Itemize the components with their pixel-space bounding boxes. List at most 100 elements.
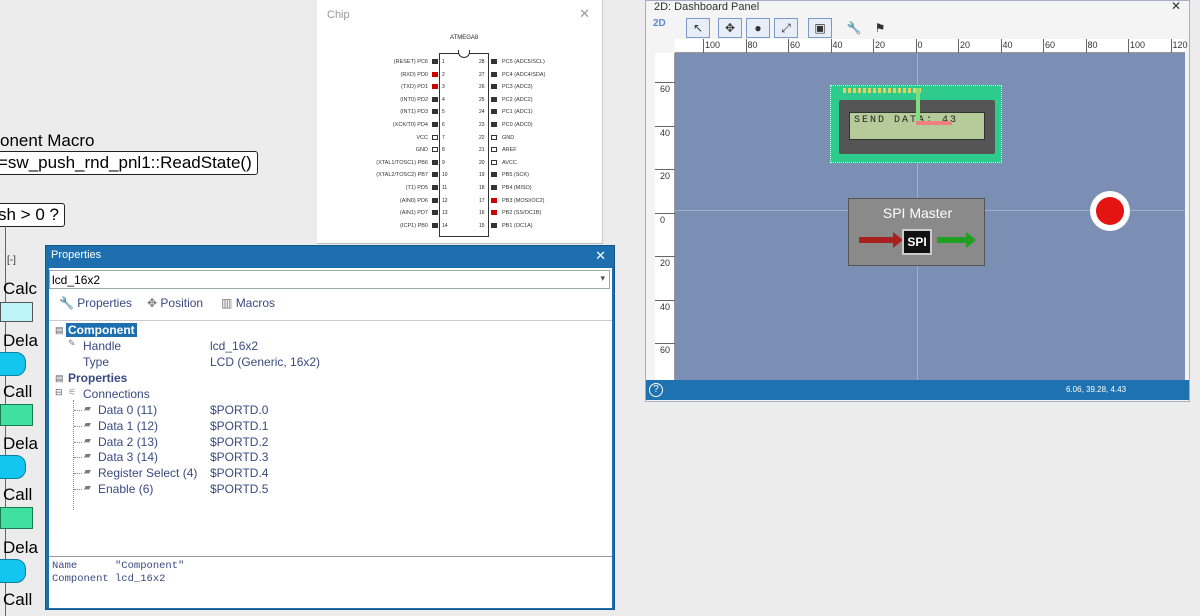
flow-item-delay[interactable]: Dela xyxy=(3,538,38,558)
call-block[interactable] xyxy=(0,404,33,426)
color-tool-icon[interactable]: ⚑ xyxy=(868,18,892,38)
flow-item-call[interactable]: Call xyxy=(3,590,32,610)
flow-item-calc[interactable]: Calc xyxy=(3,279,37,299)
delay-block[interactable] xyxy=(0,455,26,479)
chip-pin-label: PC2 (ADC2) xyxy=(502,96,533,103)
chip-pin[interactable] xyxy=(432,71,438,77)
close-icon[interactable]: ✕ xyxy=(595,248,606,264)
collapse-toggle[interactable]: [-] xyxy=(7,255,16,266)
tab-macros[interactable]: ▥ Macros xyxy=(221,296,275,310)
pointer-tool-icon[interactable]: ↖ xyxy=(686,18,710,38)
dashboard-canvas[interactable]: SEND DATA: 43 SPI Master SPI xyxy=(675,53,1185,380)
tree-branch xyxy=(74,425,82,427)
chip-pin-number: 25 xyxy=(479,96,485,103)
call-block[interactable] xyxy=(0,507,33,529)
lcd-header-pins xyxy=(843,88,923,93)
connection-value[interactable]: $PORTD.0 xyxy=(210,403,268,417)
section-icon: ▤ xyxy=(55,373,64,383)
chip-pin[interactable] xyxy=(432,134,438,140)
chip-pin[interactable] xyxy=(432,122,438,127)
rotate-tool-icon[interactable]: ● xyxy=(746,18,770,38)
flow-item-call[interactable]: Call xyxy=(3,485,32,505)
handle-value[interactable]: lcd_16x2 xyxy=(210,339,258,353)
chip-pin[interactable] xyxy=(491,159,497,165)
ruler-tick xyxy=(1170,39,1172,53)
wrench-tool-icon[interactable]: 🔧 xyxy=(842,18,866,38)
chip-pin[interactable] xyxy=(491,210,497,216)
tab-position[interactable]: ✥ Position xyxy=(147,296,203,310)
flow-item-delay[interactable]: Dela xyxy=(3,434,38,454)
flow-item-call[interactable]: Call xyxy=(3,382,32,402)
chip-pin[interactable] xyxy=(491,147,497,153)
calc-block[interactable] xyxy=(0,302,33,322)
ruler-label: 80 xyxy=(747,40,758,50)
chip-pin[interactable] xyxy=(491,122,497,127)
chip-pin[interactable] xyxy=(432,210,438,216)
mode-2d-label[interactable]: 2D xyxy=(653,18,666,29)
chip-pin[interactable] xyxy=(432,109,438,115)
help-icon[interactable]: ? xyxy=(649,383,663,397)
ruler-tick xyxy=(745,39,747,53)
macro-label: onent Macro xyxy=(0,131,95,150)
delay-block[interactable] xyxy=(0,352,26,376)
chip-pin[interactable] xyxy=(491,134,497,140)
chevron-down-icon[interactable]: ▾ xyxy=(600,273,605,284)
pencil-icon: ✎ xyxy=(68,338,76,348)
chip-pin[interactable] xyxy=(432,84,438,90)
spi-master-component[interactable]: SPI Master SPI xyxy=(848,198,985,266)
chip-pin-label: (AIN0) PD6 xyxy=(399,197,428,204)
read-state-box[interactable]: =sw_push_rnd_pnl1::ReadState() xyxy=(0,151,258,175)
move-tool-icon[interactable]: ✥ xyxy=(718,18,742,38)
chip-pin-number: 11 xyxy=(442,185,448,191)
connection-value[interactable]: $PORTD.1 xyxy=(210,419,268,433)
section-properties[interactable]: Properties xyxy=(68,371,127,385)
delay-block[interactable] xyxy=(0,559,26,583)
chip-pin[interactable] xyxy=(491,84,497,90)
flow-item-delay[interactable]: Dela xyxy=(3,331,38,351)
chip-pin[interactable] xyxy=(432,222,438,228)
chip-pin[interactable] xyxy=(432,197,438,203)
chip-pin-number: 14 xyxy=(442,222,448,229)
chip-pin-label: GND xyxy=(502,134,515,141)
connections-label[interactable]: Connections xyxy=(83,387,150,401)
camera-tool-icon[interactable]: ▣ xyxy=(808,18,832,38)
axis-gizmo-x[interactable] xyxy=(916,121,952,125)
chip-pin[interactable] xyxy=(491,185,497,190)
chip-pin-label: (XTAL2/TOSC2) PB7 xyxy=(376,172,428,179)
chip-pin[interactable] xyxy=(491,197,497,203)
connection-value[interactable]: $PORTD.4 xyxy=(210,466,268,480)
chip-pin[interactable] xyxy=(491,96,497,102)
chip-pin[interactable] xyxy=(491,59,497,64)
chip-pin-number: 2 xyxy=(442,71,445,78)
tab-properties[interactable]: 🔧 Properties xyxy=(59,296,132,310)
chip-pin[interactable] xyxy=(432,185,438,190)
ruler-label: 60 xyxy=(1045,40,1056,50)
lcd-component[interactable]: SEND DATA: 43 xyxy=(830,85,1002,163)
component-selector[interactable]: lcd_16x2 ▾ xyxy=(49,270,610,289)
connection-value[interactable]: $PORTD.3 xyxy=(210,450,268,464)
section-component[interactable]: Component xyxy=(66,323,137,337)
chip-pin-label: PC5 (ADC5/SCL) xyxy=(502,59,545,65)
close-icon[interactable]: ✕ xyxy=(1171,0,1181,13)
push-button-component[interactable] xyxy=(1090,191,1130,231)
chip-pin[interactable] xyxy=(491,71,497,77)
chip-pin-number: 1 xyxy=(442,59,445,65)
scale-tool-icon[interactable]: ⤢ xyxy=(774,18,798,38)
chip-pin[interactable] xyxy=(432,59,438,64)
close-icon[interactable]: ✕ xyxy=(579,6,590,22)
chip-pin[interactable] xyxy=(491,109,497,115)
collapse-icon[interactable]: ⊟ xyxy=(55,387,63,398)
axis-gizmo-y[interactable] xyxy=(916,88,920,124)
chip-pin[interactable] xyxy=(491,222,497,228)
chip-pin[interactable] xyxy=(432,159,438,165)
connection-value[interactable]: $PORTD.5 xyxy=(210,482,268,496)
connection-value[interactable]: $PORTD.2 xyxy=(210,435,268,449)
decision-box[interactable]: sh > 0 ? xyxy=(0,203,65,227)
ruler-tick xyxy=(655,82,675,83)
connection-label: Data 2 (13) xyxy=(98,434,159,449)
chip-pin[interactable] xyxy=(432,172,438,178)
chip-pin[interactable] xyxy=(432,147,438,153)
chip-pin[interactable] xyxy=(491,172,497,178)
chip-pin[interactable] xyxy=(432,96,438,102)
ruler-label: 60 xyxy=(660,345,671,355)
